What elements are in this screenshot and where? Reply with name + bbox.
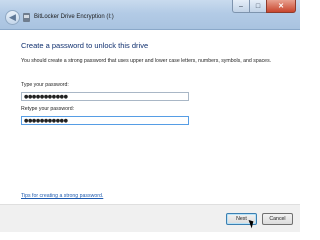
password-label: Type your password: <box>21 82 69 88</box>
back-button[interactable]: ◀ <box>5 10 20 25</box>
description-text: You should create a strong password that… <box>21 58 272 64</box>
bitlocker-dialog: ◀ BitLocker Drive Encryption (I:) – □ ✕ … <box>0 0 300 232</box>
cancel-button[interactable]: Cancel <box>262 213 293 225</box>
window-controls: – □ ✕ <box>232 0 296 13</box>
retype-password-field[interactable]: ●●●●●●●●●●● <box>21 116 189 125</box>
password-field[interactable]: ●●●●●●●●●●● <box>21 92 189 101</box>
back-arrow-icon: ◀ <box>9 12 16 22</box>
minimize-button[interactable]: – <box>232 0 249 13</box>
close-button[interactable]: ✕ <box>266 0 296 13</box>
title-bar: ◀ BitLocker Drive Encryption (I:) – □ ✕ <box>0 0 300 30</box>
page-heading: Create a password to unlock this drive <box>21 41 149 50</box>
retype-password-label: Retype your password: <box>21 106 75 112</box>
bitlocker-drive-icon <box>23 13 30 22</box>
maximize-button[interactable]: □ <box>249 0 266 13</box>
window-title: BitLocker Drive Encryption (I:) <box>34 14 114 20</box>
password-tips-link[interactable]: Tips for creating a strong password. <box>21 193 103 199</box>
